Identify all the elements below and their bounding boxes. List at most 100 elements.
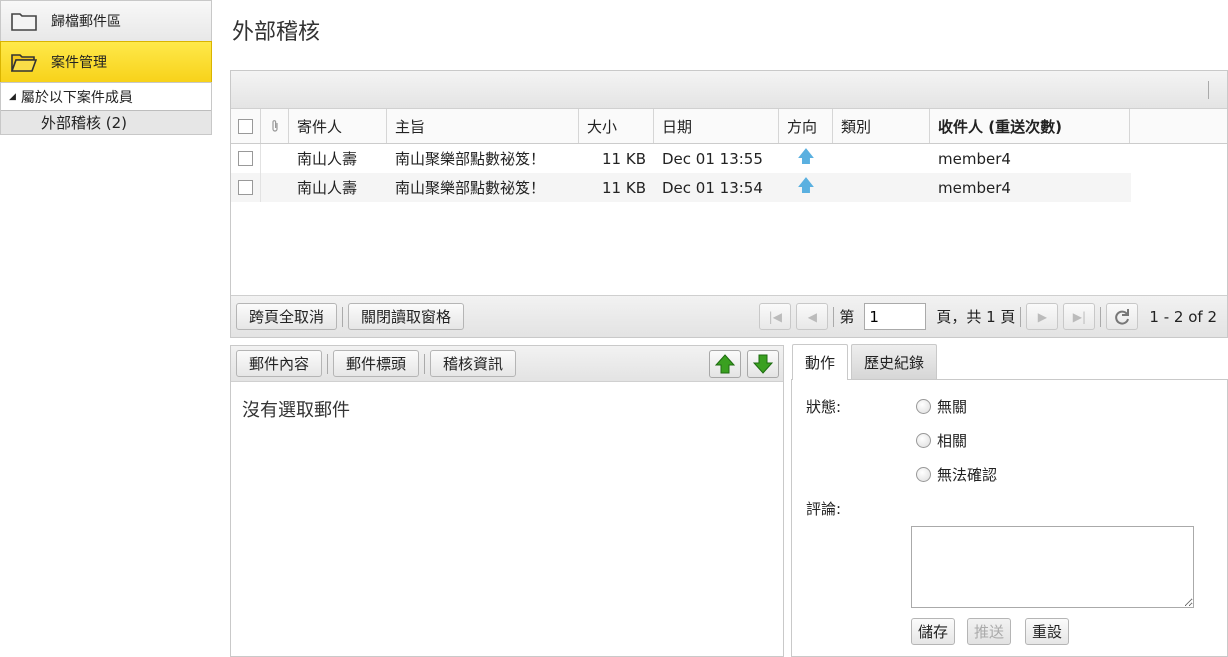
action-body: 狀態: 無關 相關 無法確認 評論: 儲存 推送 重設 xyxy=(791,380,1228,657)
sender-cell: 南山人壽 xyxy=(297,179,358,197)
last-page-icon[interactable]: ▶| xyxy=(1063,303,1096,330)
preview-toolbar: 郵件內容 郵件標頭 稽核資訊 xyxy=(231,346,783,382)
direction-cell: 🡅 xyxy=(779,144,833,173)
separator xyxy=(327,353,329,374)
deselect-all-pages-button[interactable]: 跨頁全取消 xyxy=(236,303,338,330)
paperclip-icon xyxy=(271,120,278,132)
tree-item-external-audit[interactable]: 外部稽核 (2) xyxy=(1,110,211,134)
radio-label: 無法確認 xyxy=(937,466,998,484)
folder-icon xyxy=(11,13,37,31)
radio-button[interactable] xyxy=(916,433,931,448)
radio-button[interactable] xyxy=(916,467,931,482)
green-up-arrow-icon xyxy=(715,354,735,374)
collapse-triangle-icon[interactable]: ◢ xyxy=(9,92,16,102)
radio-relevant[interactable]: 相關 xyxy=(916,430,967,451)
tab-action[interactable]: 動作 xyxy=(792,344,849,380)
recipient-cell: member4 xyxy=(938,178,1011,197)
pager: |◀ ◀ 第 頁，共 1 頁 ▶ ▶| 1 - 2 of 2 xyxy=(759,303,1217,330)
page-title: 外部稽核 xyxy=(232,20,321,45)
date-cell: Dec 01 13:54 xyxy=(662,178,763,197)
tree-header-label: 屬於以下案件成員 xyxy=(20,89,133,106)
up-arrow-icon: 🡅 xyxy=(797,176,815,196)
up-arrow-icon: 🡅 xyxy=(797,147,815,167)
move-up-button[interactable] xyxy=(709,350,741,378)
refresh-icon[interactable] xyxy=(1106,303,1139,330)
row-select-cell[interactable] xyxy=(231,144,261,173)
select-all-checkbox[interactable] xyxy=(238,118,253,134)
radio-label: 相關 xyxy=(937,432,968,450)
separator xyxy=(1100,306,1102,327)
toolbar-separator xyxy=(1208,81,1209,99)
row-select-cell[interactable] xyxy=(231,173,261,202)
select-all-column[interactable] xyxy=(231,109,261,143)
page-number-input[interactable] xyxy=(864,303,927,330)
size-cell: 11 KB xyxy=(602,149,646,168)
grid-rows: 南山人壽 南山聚樂部點數祕笈！ 11 KB Dec 01 13:55 🡅 mem… xyxy=(231,144,1131,202)
tab-mail-header[interactable]: 郵件標頭 xyxy=(333,350,420,377)
move-down-button[interactable] xyxy=(747,350,779,378)
page-label: 第 xyxy=(839,308,855,326)
separator xyxy=(1020,306,1022,327)
direction-cell: 🡅 xyxy=(779,173,833,202)
category-cell xyxy=(833,144,930,173)
col-header-sender[interactable]: 寄件人 xyxy=(289,109,387,143)
attachment-cell xyxy=(261,173,289,202)
action-pane: 動作 歷史紀錄 狀態: 無關 相關 無法確認 評論: 儲存 推送 重設 xyxy=(791,344,1228,657)
separator xyxy=(424,353,426,374)
col-header-size[interactable]: 大小 xyxy=(579,109,654,143)
table-row[interactable]: 南山人壽 南山聚樂部點數祕笈！ 11 KB Dec 01 13:55 🡅 mem… xyxy=(231,144,1131,173)
next-page-icon[interactable]: ▶ xyxy=(1026,303,1059,330)
radio-button[interactable] xyxy=(916,399,931,414)
col-header-category[interactable]: 類別 xyxy=(833,109,930,143)
case-tree: ◢ 屬於以下案件成員 外部稽核 (2) xyxy=(0,82,212,135)
row-checkbox[interactable] xyxy=(238,180,253,195)
col-header-direction[interactable]: 方向 xyxy=(779,109,833,143)
comment-textarea[interactable] xyxy=(911,526,1194,608)
separator xyxy=(342,306,344,327)
grid-footer: 跨頁全取消 關閉讀取窗格 |◀ ◀ 第 頁，共 1 頁 ▶ ▶| 1 - 2 o… xyxy=(231,295,1227,337)
green-down-arrow-icon xyxy=(753,354,773,374)
attachment-column[interactable] xyxy=(261,109,289,143)
separator xyxy=(833,306,835,327)
radio-undetermined[interactable]: 無法確認 xyxy=(916,464,997,485)
size-cell: 11 KB xyxy=(602,178,646,197)
category-cell xyxy=(833,173,930,202)
page-total: 頁，共 1 頁 xyxy=(936,308,1016,326)
col-header-subject[interactable]: 主旨 xyxy=(387,109,579,143)
tab-mail-content[interactable]: 郵件內容 xyxy=(236,350,323,377)
close-reading-pane-button[interactable]: 關閉讀取窗格 xyxy=(348,303,465,330)
recipient-cell: member4 xyxy=(938,149,1011,168)
nav-case-label: 案件管理 xyxy=(51,55,107,71)
comment-label: 評論: xyxy=(806,500,842,518)
mail-grid: 寄件人 主旨 大小 日期 方向 類別 收件人 (重送次數) 南山人壽 南山聚樂部… xyxy=(230,70,1228,338)
subject-cell: 南山聚樂部點數祕笈！ xyxy=(395,150,546,168)
nav-archive-label: 歸檔郵件區 xyxy=(51,14,121,30)
col-header-recipient[interactable]: 收件人 (重送次數) xyxy=(930,109,1130,143)
push-button[interactable]: 推送 xyxy=(967,618,1012,645)
nav-case-management[interactable]: 案件管理 xyxy=(0,41,212,82)
date-cell: Dec 01 13:55 xyxy=(662,149,763,168)
preview-pane: 郵件內容 郵件標頭 稽核資訊 沒有選取郵件 xyxy=(230,345,784,657)
col-header-date[interactable]: 日期 xyxy=(654,109,779,143)
reset-button[interactable]: 重設 xyxy=(1025,618,1070,645)
grid-toolbar xyxy=(231,71,1227,109)
save-button[interactable]: 儲存 xyxy=(911,618,956,645)
radio-irrelevant[interactable]: 無關 xyxy=(916,396,967,417)
no-selection-message: 沒有選取郵件 xyxy=(242,400,350,421)
first-page-icon[interactable]: |◀ xyxy=(759,303,792,330)
tab-history[interactable]: 歷史紀錄 xyxy=(851,344,938,379)
prev-page-icon[interactable]: ◀ xyxy=(796,303,829,330)
nav-archive[interactable]: 歸檔郵件區 xyxy=(0,0,212,41)
sender-cell: 南山人壽 xyxy=(297,150,358,168)
attachment-cell xyxy=(261,144,289,173)
sidebar: 歸檔郵件區 案件管理 ◢ 屬於以下案件成員 外部稽核 (2) xyxy=(0,0,212,135)
folder-open-icon xyxy=(11,54,37,72)
row-checkbox[interactable] xyxy=(238,151,253,166)
radio-label: 無關 xyxy=(937,398,968,416)
table-row[interactable]: 南山人壽 南山聚樂部點數祕笈！ 11 KB Dec 01 13:54 🡅 mem… xyxy=(231,173,1131,202)
tab-audit-info[interactable]: 稽核資訊 xyxy=(430,350,517,377)
action-tabs: 動作 歷史紀錄 xyxy=(791,344,1228,380)
tree-header[interactable]: ◢ 屬於以下案件成員 xyxy=(1,82,211,110)
subject-cell: 南山聚樂部點數祕笈！ xyxy=(395,179,546,197)
page-range: 1 - 2 of 2 xyxy=(1149,307,1217,326)
